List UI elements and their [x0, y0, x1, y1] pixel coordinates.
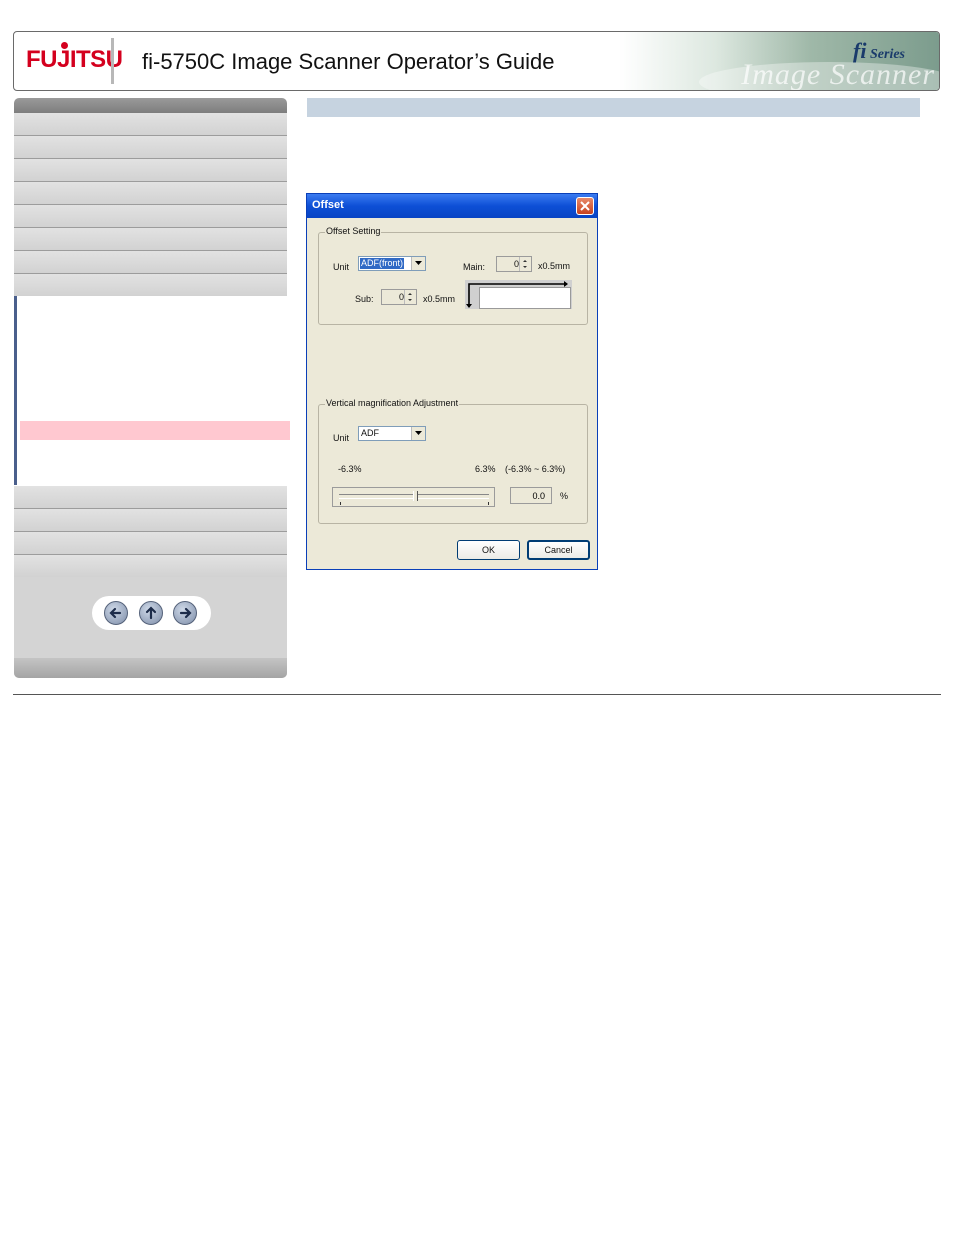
sub-offset-stepper[interactable]: 0: [381, 289, 417, 305]
chevron-down-icon[interactable]: [411, 257, 425, 270]
vmag-min-label: -6.3%: [338, 464, 362, 474]
sidebar-item[interactable]: [14, 532, 287, 555]
arrow-right-icon[interactable]: [173, 601, 197, 625]
sidebar-item[interactable]: [14, 136, 287, 159]
sidebar-current-item[interactable]: [20, 421, 290, 440]
banner-artwork: Image Scanner fi Series: [619, 32, 939, 90]
sidebar-item[interactable]: [14, 228, 287, 251]
logo-dot-icon: [61, 42, 68, 49]
vmag-slider[interactable]: [332, 487, 495, 507]
main-label: Main:: [463, 262, 486, 272]
vmag-unit-select[interactable]: ADF: [358, 426, 426, 441]
vertical-magnification-label: Vertical magnification Adjustment: [325, 398, 460, 408]
sidebar-header: [14, 98, 287, 113]
main-offset-stepper[interactable]: 0: [496, 256, 532, 272]
vmag-percent-label: %: [560, 491, 569, 501]
vmag-max-label: 6.3%: [475, 464, 496, 474]
sidebar-item[interactable]: [14, 555, 287, 578]
nav-buttons: [92, 596, 211, 630]
sidebar: [14, 98, 290, 678]
fujitsu-logo: FUJITSU: [26, 46, 123, 73]
banner-art-text: Image Scanner: [741, 58, 935, 91]
offset-unit-label: Unit: [333, 262, 350, 272]
header-banner: FUJITSU fi-5750C Image Scanner Operator’…: [13, 31, 940, 91]
slider-thumb[interactable]: [413, 491, 418, 501]
dialog-title: Offset: [312, 199, 344, 211]
sidebar-footer-strip: [14, 658, 287, 678]
cancel-button[interactable]: Cancel: [527, 540, 590, 560]
sidebar-item[interactable]: [14, 113, 287, 136]
close-icon[interactable]: [576, 197, 594, 215]
sidebar-item[interactable]: [14, 205, 287, 228]
offset-setting-label: Offset Setting: [325, 226, 382, 236]
offset-unit-select[interactable]: ADF(front): [358, 256, 426, 271]
sidebar-item[interactable]: [14, 159, 287, 182]
sidebar-item[interactable]: [14, 509, 287, 532]
fi-series-logo: fi Series: [853, 38, 905, 63]
page-divider: [13, 694, 941, 695]
sidebar-subsection: [14, 296, 290, 485]
chevron-down-icon[interactable]: [411, 427, 425, 440]
sidebar-item[interactable]: [14, 182, 287, 205]
main-unit-label: x0.5mm: [538, 261, 571, 271]
sub-unit-label: x0.5mm: [423, 294, 456, 304]
vmag-value-field[interactable]: 0.0: [510, 487, 552, 504]
ok-button[interactable]: OK: [457, 540, 520, 560]
sidebar-item[interactable]: [14, 486, 287, 509]
page-title: fi-5750C Image Scanner Operator’s Guide: [142, 49, 555, 74]
arrow-up-icon[interactable]: [139, 601, 163, 625]
offset-setting-group: Offset Setting Unit ADF(front) Main: 0 x…: [318, 226, 588, 325]
sub-label: Sub:: [355, 294, 374, 304]
sidebar-item[interactable]: [14, 274, 287, 297]
offset-dialog: Offset Offset Setting Unit ADF(front) Ma…: [306, 193, 598, 570]
vmag-unit-label: Unit: [333, 433, 350, 443]
dialog-titlebar[interactable]: Offset: [307, 194, 597, 218]
arrow-left-icon[interactable]: [104, 601, 128, 625]
content-header-bar: [307, 98, 920, 117]
offset-preview-graphic: [465, 280, 572, 309]
sidebar-item[interactable]: [14, 251, 287, 274]
vmag-range-label: (-6.3% ~ 6.3%): [505, 464, 566, 474]
header-divider: [111, 38, 114, 84]
sidebar-footer: [14, 577, 287, 678]
